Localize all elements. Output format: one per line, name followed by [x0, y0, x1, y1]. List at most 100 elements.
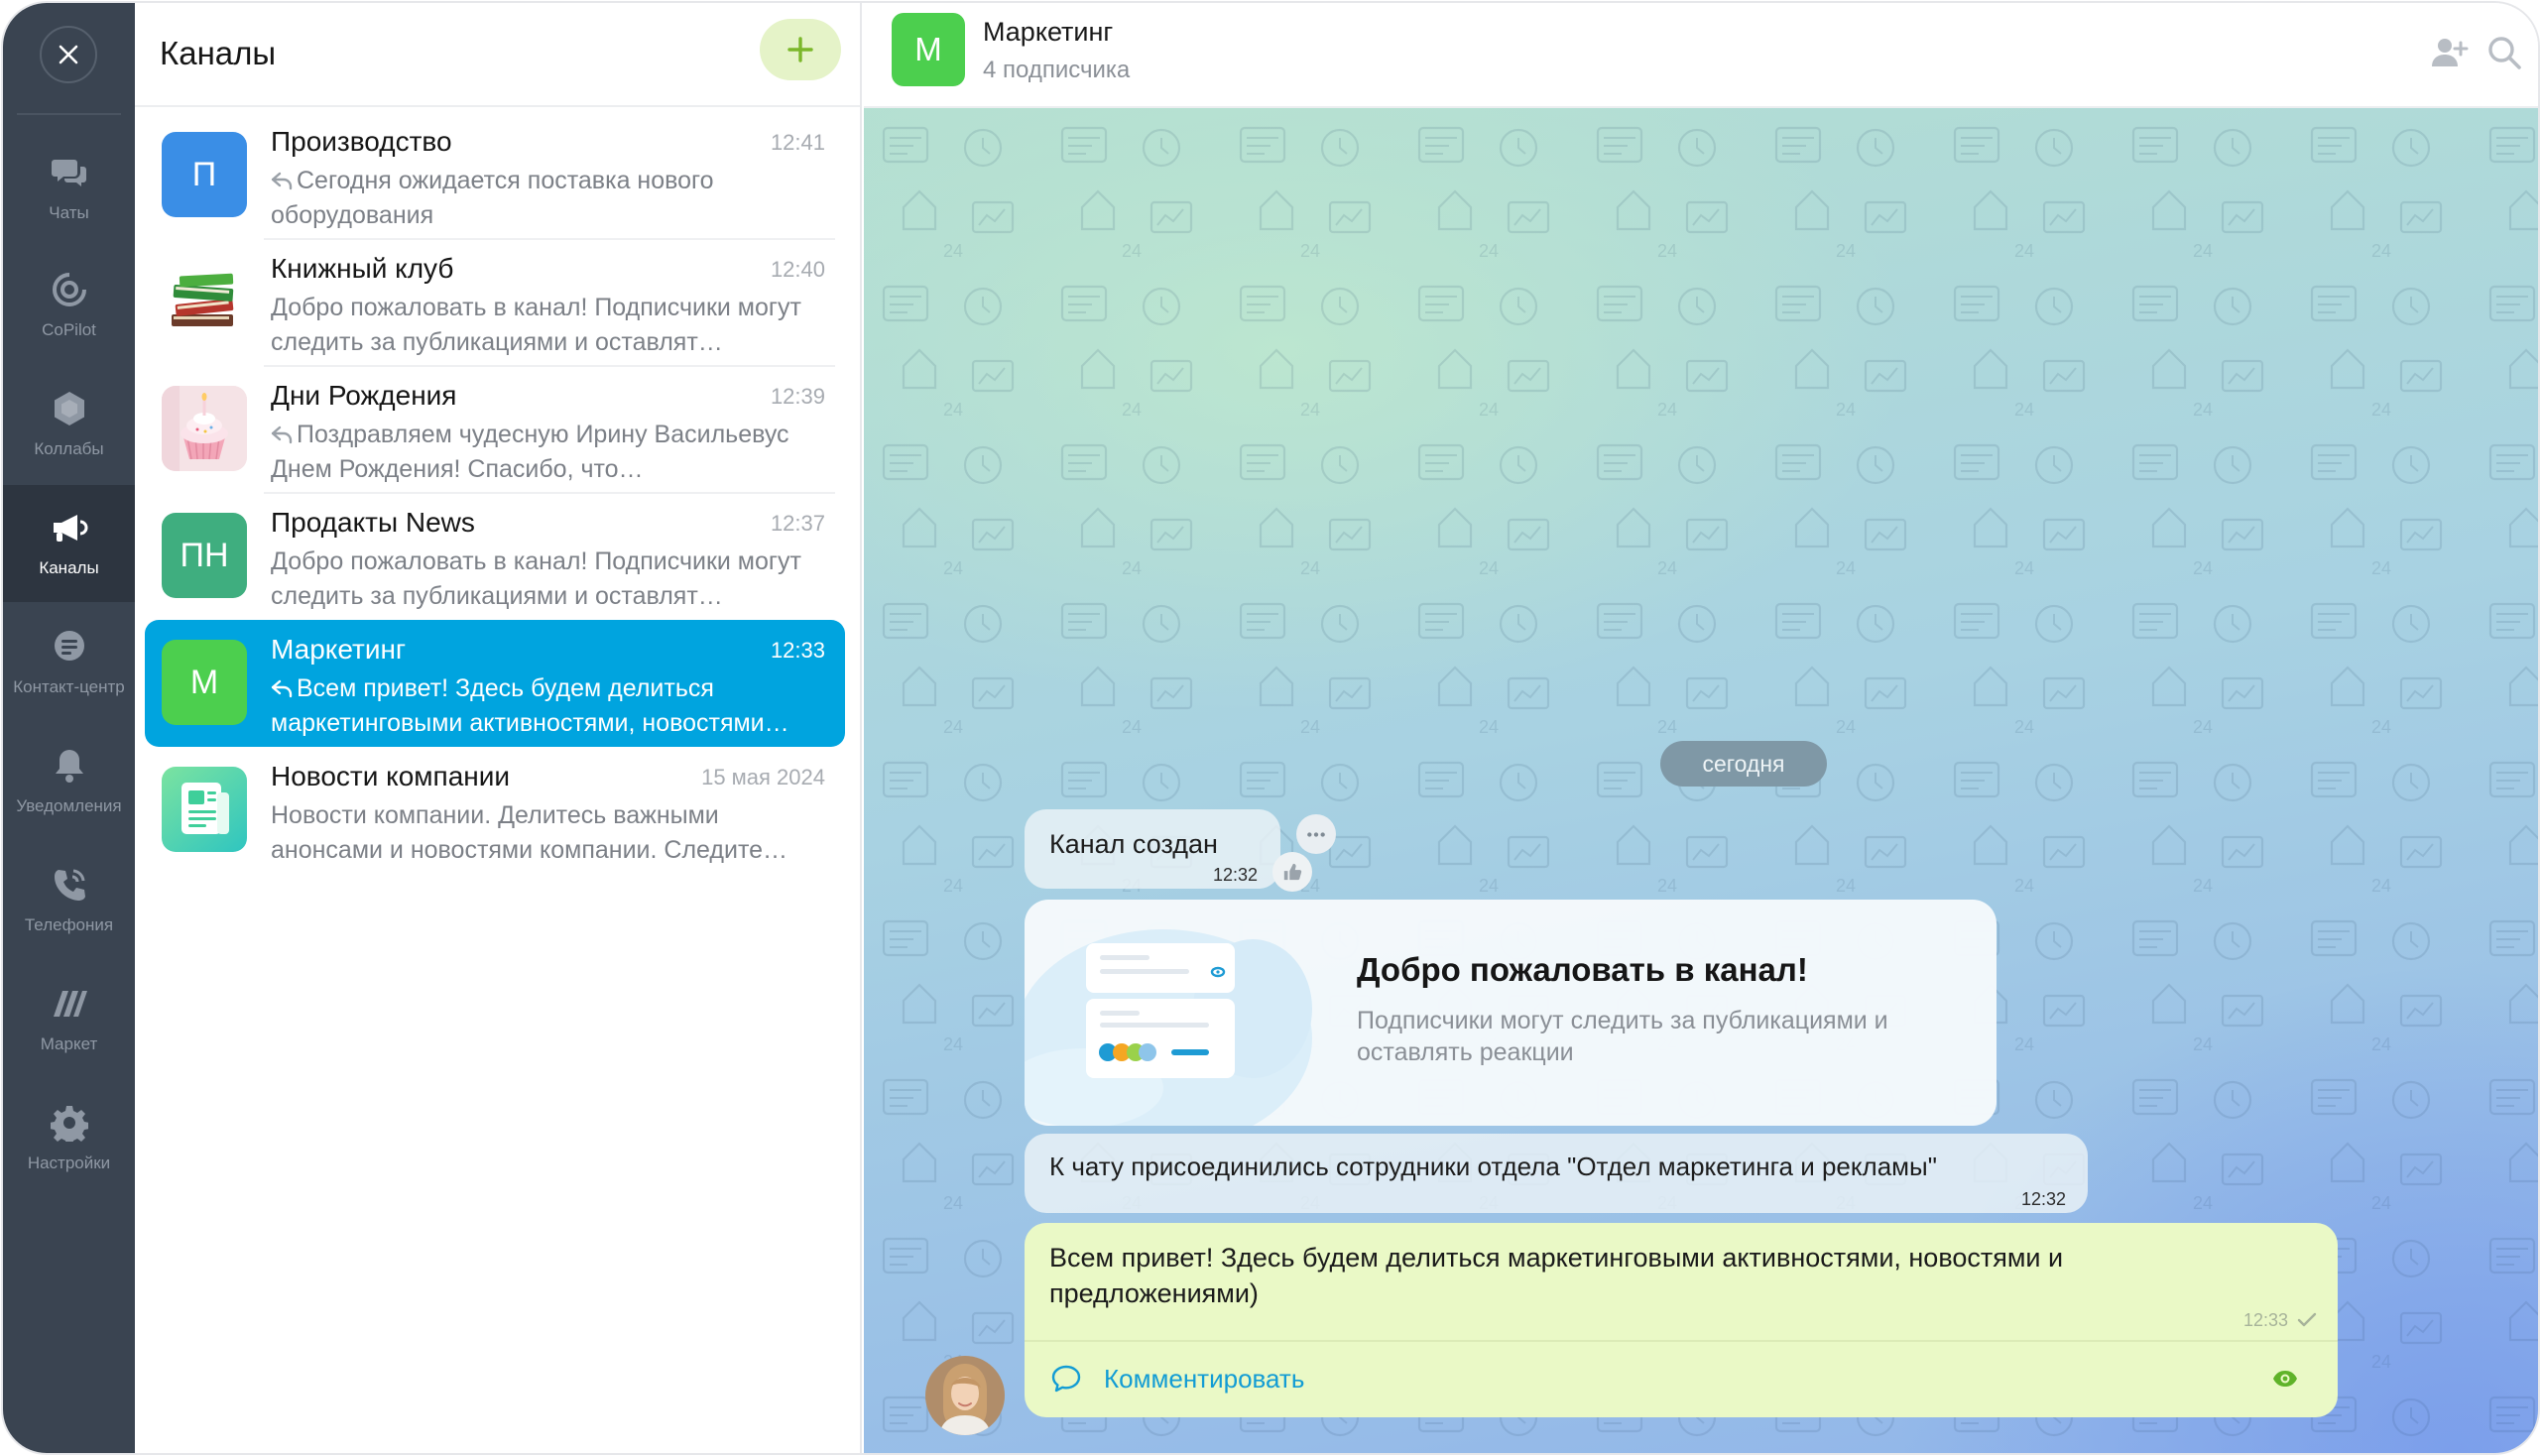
- rail-item-market[interactable]: Маркет: [3, 961, 135, 1078]
- chats-icon: [51, 160, 86, 186]
- app-window: Чаты CoPilot Коллабы Каналы Контакт-цент…: [3, 3, 2538, 1453]
- channel-preview-text: Добро пожаловать в канал! Подписчики мог…: [271, 294, 801, 356]
- channel-item-company-news[interactable]: Новости компании 15 мая 2024 Новости ком…: [145, 747, 845, 874]
- contact-center-icon: [54, 631, 84, 661]
- rail-item-channels[interactable]: Каналы: [3, 485, 135, 602]
- chat-title[interactable]: Маркетинг: [983, 17, 1113, 48]
- cupcake-icon: [162, 386, 247, 471]
- channel-list-panel: Каналы П Производство 12:41 Сегодня ожид…: [135, 3, 862, 1453]
- add-member-icon[interactable]: [2429, 33, 2469, 72]
- add-channel-button[interactable]: [760, 19, 841, 80]
- channel-avatar: М: [162, 640, 247, 725]
- rail-label: Уведомления: [16, 796, 122, 815]
- channel-preview-text: Поздравляем чудесную Ирину Васильевус Дн…: [271, 421, 789, 483]
- channel-time: 12:33: [770, 638, 825, 663]
- rail-item-copilot[interactable]: CoPilot: [3, 247, 135, 364]
- channel-name: Книжный клуб: [271, 253, 454, 284]
- panel-title: Каналы: [160, 35, 277, 71]
- channel-time: 15 мая 2024: [701, 765, 825, 789]
- channel-item-birthdays[interactable]: Дни Рождения 12:39 Поздравляем чудесную …: [145, 366, 845, 494]
- post-text: Всем привет! Здесь будем делиться маркет…: [1049, 1243, 2064, 1308]
- channel-preview: Всем привет! Здесь будем делиться маркет…: [271, 671, 831, 741]
- rail-label: Маркет: [40, 1034, 98, 1053]
- channel-name: Дни Рождения: [271, 380, 457, 411]
- reply-icon: [271, 425, 293, 444]
- channel-avatar: [162, 767, 247, 852]
- service-message-created: Канал создан 12:32: [1025, 809, 1280, 889]
- channel-preview-text: Новости компании. Делитесь важными анонс…: [271, 801, 788, 864]
- rail-item-collabs[interactable]: Коллабы: [3, 366, 135, 483]
- rail-label: Чаты: [49, 203, 89, 222]
- service-message-joined: К чату присоединились сотрудники отдела …: [1025, 1134, 2088, 1213]
- gear-icon: [50, 1106, 88, 1142]
- side-rail: Чаты CoPilot Коллабы Каналы Контакт-цент…: [3, 3, 135, 1453]
- channel-avatar: ПН: [162, 513, 247, 598]
- channel-name: Маркетинг: [271, 634, 407, 665]
- author-avatar[interactable]: [925, 1356, 1005, 1435]
- rail-item-chats[interactable]: Чаты: [3, 130, 135, 247]
- chat-header: М Маркетинг 4 подписчика: [864, 3, 2538, 108]
- channel-avatar: [162, 386, 247, 471]
- welcome-text: Подписчики могут следить за публикациями…: [1357, 1007, 1888, 1066]
- thumbs-up-icon: [1283, 863, 1302, 881]
- reply-icon: [271, 172, 293, 190]
- divider: [1025, 1340, 2338, 1342]
- message-text: К чату присоединились сотрудники отдела …: [1049, 1152, 1937, 1181]
- channel-avatar: П: [162, 132, 247, 217]
- chat-avatar[interactable]: М: [892, 13, 965, 86]
- channel-name: Производство: [271, 126, 452, 157]
- check-icon: [2297, 1312, 2317, 1327]
- close-icon: [59, 45, 78, 64]
- channel-item-products-news[interactable]: ПН Продакты News 12:37 Добро пожаловать …: [145, 493, 845, 620]
- rail-item-telephony[interactable]: Телефония: [3, 842, 135, 959]
- message-time: 12:32: [2020, 1189, 2066, 1209]
- channel-preview: Новости компании. Делитесь важными анонс…: [271, 798, 831, 868]
- search-icon[interactable]: [2484, 33, 2524, 72]
- rail-item-contact-center[interactable]: Контакт-центр: [3, 604, 135, 721]
- date-separator: сегодня: [1660, 741, 1827, 787]
- more-options-button[interactable]: [1296, 814, 1336, 854]
- channel-time: 12:37: [770, 511, 825, 536]
- collabs-icon: [54, 392, 84, 425]
- bell-icon: [55, 750, 83, 783]
- market-icon: [53, 991, 87, 1017]
- rail-label: Коллабы: [34, 439, 104, 458]
- channel-item-production[interactable]: П Производство 12:41 Сегодня ожидается п…: [145, 112, 845, 240]
- channel-avatar: [162, 259, 247, 344]
- rail-label: Настройки: [27, 1153, 111, 1172]
- comment-button[interactable]: Комментировать: [1104, 1364, 1304, 1395]
- channel-preview-text: Всем привет! Здесь будем делиться маркет…: [271, 674, 789, 737]
- welcome-illustration: [1025, 929, 1312, 1126]
- channel-preview: Добро пожаловать в канал! Подписчики мог…: [271, 291, 831, 360]
- reaction-button[interactable]: [1272, 852, 1312, 892]
- reply-icon: [271, 679, 293, 698]
- rail-item-notifications[interactable]: Уведомления: [3, 723, 135, 840]
- channel-preview: Сегодня ожидается поставка нового оборуд…: [271, 164, 831, 233]
- eye-icon: [2273, 1371, 2297, 1387]
- channel-item-marketing[interactable]: М Маркетинг 12:33 Всем привет! Здесь буд…: [145, 620, 845, 747]
- rail-label: Контакт-центр: [13, 677, 125, 696]
- channel-preview-text: Сегодня ожидается поставка нового оборуд…: [271, 167, 714, 229]
- channel-preview-text: Добро пожаловать в канал! Подписчики мог…: [271, 547, 801, 610]
- comment-icon[interactable]: [1050, 1363, 1082, 1395]
- channel-time: 12:40: [770, 257, 825, 282]
- rail-label: Каналы: [39, 558, 99, 577]
- message-text: Канал создан: [1049, 829, 1218, 859]
- user-photo-icon: [925, 1356, 1005, 1435]
- channel-name: Продакты News: [271, 507, 475, 538]
- more-dots-icon: [1307, 831, 1325, 837]
- message-time: 12:32: [1213, 865, 1259, 885]
- rail-label: Телефония: [24, 915, 114, 934]
- rail-item-settings[interactable]: Настройки: [3, 1080, 135, 1197]
- subscriber-count: 4 подписчика: [983, 57, 1131, 83]
- channel-preview: Добро пожаловать в канал! Подписчики мог…: [271, 545, 831, 614]
- phone-icon: [54, 869, 85, 901]
- welcome-card: Добро пожаловать в канал! Подписчики мог…: [1025, 900, 1996, 1126]
- chat-background: 24 сегодня Канал создан 12:32: [864, 108, 2538, 1453]
- rail-label: CoPilot: [42, 320, 96, 339]
- channel-preview: Поздравляем чудесную Ирину Васильевус Дн…: [271, 418, 831, 487]
- plus-icon: [787, 37, 813, 62]
- close-button[interactable]: [40, 26, 97, 83]
- channel-item-book-club[interactable]: Книжный клуб 12:40 Добро пожаловать в ка…: [145, 239, 845, 367]
- channels-icon: [53, 515, 87, 542]
